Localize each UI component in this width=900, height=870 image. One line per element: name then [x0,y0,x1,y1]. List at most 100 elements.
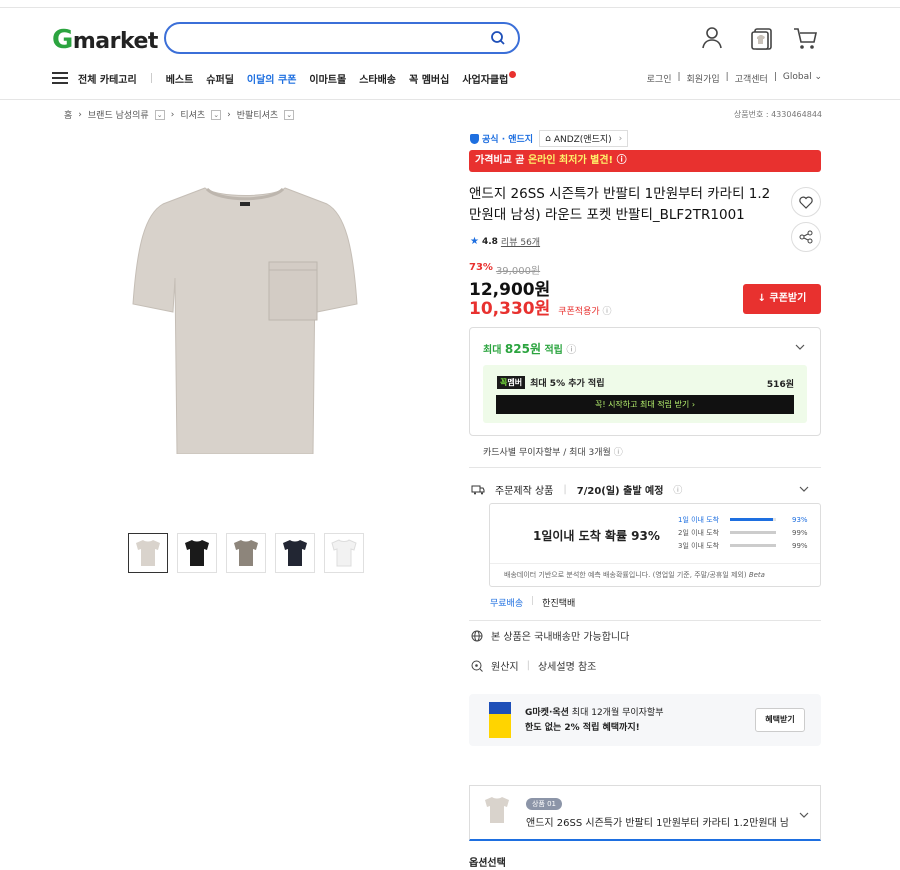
product-number: 상품번호 : 4330464844 [733,110,822,119]
chevron-down-icon[interactable]: ⌄ [211,109,222,120]
heart-icon [799,196,813,209]
hamburger-icon[interactable] [52,72,68,84]
reward-title[interactable]: 최대 825원 적립 ⓘ [483,340,576,357]
nav-emart[interactable]: 이마트몰 [309,71,346,86]
home-icon: ⌂ [545,133,551,144]
shipping-info: 주문제작 상품 | 7/20(일) 출발 예정 ⓘ [471,482,682,497]
nav-divider [150,73,152,83]
membership-box [483,365,807,423]
option-thumbnail [485,797,509,823]
membership-start-button[interactable]: 꼭! 시작하고 최대 적립 받기 › [496,395,794,414]
rating-score: 4.8 [481,236,498,247]
search-icon[interactable] [490,30,506,46]
crumb-home[interactable]: 홈 [64,108,72,121]
review-link[interactable]: 리뷰 56개 [501,235,540,248]
globe-icon [471,630,483,641]
utility-links: 로그인 | 회원가입 | 고객센터 | Global ⌄ [646,72,822,85]
origin-search-icon [471,660,483,672]
progress-bar [730,544,776,547]
global-link[interactable]: Global ⌄ [783,72,822,85]
recent-items-icon[interactable] [749,24,777,52]
delivery-note: 배송데이터 기반으로 분석한 예측 배송확률입니다. (영업일 기준, 주말/공… [504,571,765,579]
share-button[interactable] [791,222,821,252]
divider [469,620,821,621]
membership-line: 꼭멤버 최대 5% 추가 적립 [497,376,604,389]
user-icon[interactable] [698,24,726,52]
progress-bar [730,531,776,534]
product-title: 앤드지 26SS 시즌특가 반팔티 1만원부터 카라티 1.2만원대 남성) 라… [469,186,771,223]
coupon-download-button[interactable]: ↓ 쿠폰받기 [743,284,821,314]
divider [490,563,820,564]
thumbnail-list [128,533,364,573]
all-category-link[interactable]: 전체 카테고리 [78,71,137,86]
official-badge: 공식 · 앤드지 [470,132,533,145]
selected-option-box[interactable] [469,785,821,841]
ship-date: 7/20(일) 출발 예정 [576,486,664,497]
benefit-button[interactable]: 혜택받기 [755,708,805,732]
membership-tag: 꼭멤버 [497,376,526,389]
star-icon: ★ [470,236,479,247]
share-icon [799,230,813,244]
brand-shop-link[interactable]: ⌂ ANDZ(앤드지) › [539,130,629,147]
thumbnail-beige[interactable] [128,533,168,573]
nav-star-delivery[interactable]: 스타배송 [359,71,396,86]
lowest-price-banner[interactable]: 가격비교 곧 온라인 최저가 별견! ⓘ [469,150,821,172]
delivery-row: 2일 이내 도착 99% [678,528,808,537]
rating-row: ★ 4.8 리뷰 56개 [470,235,540,248]
origin-row: 원산지 | 상세설명 참조 [471,658,596,673]
delivery-row: 3일 이내 도착 99% [678,541,808,550]
divider [469,467,821,468]
domestic-only-row: 본 상품은 국내배송만 가능합니다 [471,628,629,643]
chevron-down-icon[interactable]: ⌄ [284,109,295,120]
option-tag: 상품 01 [526,798,563,810]
nav-superdeal[interactable]: 슈퍼딜 [206,71,234,86]
truck-icon [471,485,485,494]
thumbnail-black[interactable] [177,533,217,573]
chevron-down-icon[interactable] [799,484,809,494]
thumbnail-white[interactable] [324,533,364,573]
nav-business-club[interactable]: 사업자클럽 [462,70,517,86]
carrier: 한진택배 [542,599,576,609]
search-input[interactable] [164,22,520,54]
top-border [0,0,900,8]
crumb-short-sleeve[interactable]: 반팔티셔츠 [237,108,278,121]
order-made-label: 주문제작 상품 [495,486,554,497]
brand-badge-row: 공식 · 앤드지 ⌂ ANDZ(앤드지) › [470,130,629,147]
chevron-down-icon[interactable] [795,342,805,352]
main-nav: 전체 카테고리 베스트 슈퍼딜 이달의 쿠폰 이마트몰 스타배송 꼭 멤버십 사… [52,70,529,86]
thumbnail-taupe[interactable] [226,533,266,573]
login-link[interactable]: 로그인 [647,72,672,85]
crumb-brand-mens[interactable]: 브랜드 남성의류 [88,108,149,121]
coupon-price: 10,330원 [469,299,551,319]
info-icon: ⓘ [616,155,627,166]
free-shipping-label: 무료배송 [490,599,524,609]
chevron-down-icon[interactable]: ⌄ [154,109,165,120]
cart-icon[interactable] [791,24,819,52]
thumbnail-navy[interactable] [275,533,315,573]
card-installment-info[interactable]: 카드사별 무이자할부 / 최대 3개월 ⓘ [483,445,623,458]
nav-best[interactable]: 베스트 [166,71,194,86]
wishlist-button[interactable] [791,187,821,217]
delivery-rows: 1일 이내 도착 93% 2일 이내 도착 99% 3일 이내 도착 99% [678,513,808,552]
gmarket-logo[interactable]: Gmarket [52,25,158,55]
signup-link[interactable]: 회원가입 [687,72,720,85]
nav-monthly-coupon[interactable]: 이달의 쿠폰 [247,71,296,86]
card-icon [489,702,511,738]
nav-membership[interactable]: 꼭 멤버십 [409,71,449,86]
delivery-probability: 1일이내 도착 확률 93% [533,529,660,543]
download-icon: ↓ [757,293,767,304]
crumb-tshirt[interactable]: 티셔츠 [180,108,205,121]
chevron-down-icon[interactable] [799,810,809,820]
customer-center-link[interactable]: 고객센터 [735,72,768,85]
breadcrumb: 홈 › 브랜드 남성의류 ⌄ › 티셔츠 ⌄ › 반팔티셔츠 ⌄ [64,108,295,121]
product-image[interactable] [131,186,359,454]
membership-amount: 516원 [766,380,794,390]
coupon-price-label: 쿠폰적용가 ⓘ [558,307,612,317]
header-divider [0,99,900,100]
shield-icon [470,133,479,144]
new-dot-icon [509,70,517,78]
promo-text: G마켓·옥션 최대 12개월 무이자할부 한도 없는 2% 적립 혜택까지! [525,708,664,733]
free-shipping-row: 무료배송 | 한진택배 [490,596,576,609]
delivery-row: 1일 이내 도착 93% [678,515,808,524]
coupon-price-row: 10,330원 쿠폰적용가 ⓘ [469,294,612,319]
